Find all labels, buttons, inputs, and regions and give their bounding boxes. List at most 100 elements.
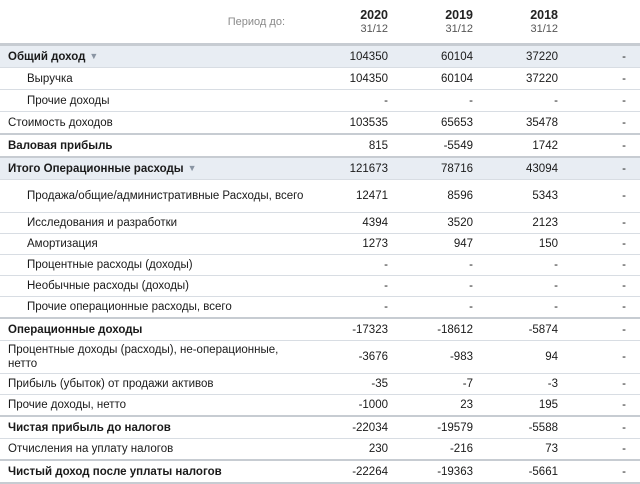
column-2019: 2019 31/12 xyxy=(390,0,475,45)
row-label: Операционные доходы xyxy=(8,323,143,336)
value-2018: 37220 xyxy=(526,72,558,85)
value-2018: -5588 xyxy=(528,421,558,434)
value-2018: 73 xyxy=(545,443,558,455)
row-label: Прибыль (убыток) от продажи активов xyxy=(8,378,214,390)
value-2020: 4394 xyxy=(362,217,388,229)
value-2019: 23 xyxy=(460,399,473,411)
value-2018: 5343 xyxy=(532,190,558,202)
value-2019: 60104 xyxy=(390,44,475,68)
value-2018: - xyxy=(554,280,558,292)
value-2020: 104350 xyxy=(305,44,390,68)
row-income-before-tax: Чистая прибыль до налогов -22034 -19579 … xyxy=(0,416,640,439)
value-2019: -19363 xyxy=(437,465,473,478)
row-cost-of-revenue: Стоимость доходов 103535 65653 35478 - xyxy=(0,111,640,135)
row-label: Прочие доходы, нетто xyxy=(8,399,127,411)
income-statement-table: Период до: 2020 31/12 2019 31/12 2018 31… xyxy=(0,0,640,484)
value-2019: 78716 xyxy=(390,157,475,180)
column-date: 31/12 xyxy=(530,22,558,35)
value-2019: -19579 xyxy=(437,421,473,434)
value-2020: 104350 xyxy=(349,72,388,85)
value-2020: - xyxy=(384,259,388,271)
value-extra: - xyxy=(560,44,640,68)
value-2020: -22034 xyxy=(352,421,388,434)
row-label: Стоимость доходов xyxy=(8,116,113,129)
value-extra: - xyxy=(622,421,626,434)
value-2018: - xyxy=(554,259,558,271)
value-2018: -3 xyxy=(547,378,558,390)
row-label-text: Общий доход xyxy=(8,51,86,63)
row-total-revenue[interactable]: Общий доход ▼ 104350 60104 37220 - xyxy=(0,44,640,68)
column-year: 2018 xyxy=(530,7,558,22)
value-2020: -35 xyxy=(371,378,388,390)
value-2018: -5661 xyxy=(528,465,558,478)
value-2018: -5874 xyxy=(528,323,558,336)
row-research-development: Исследования и разработки 4394 3520 2123… xyxy=(0,212,640,234)
row-label: Валовая прибыль xyxy=(8,139,113,152)
value-2019: -5549 xyxy=(443,139,473,152)
value-2018: 2123 xyxy=(532,217,558,229)
value-extra: - xyxy=(622,301,626,313)
value-2020: -3676 xyxy=(358,351,388,363)
value-2019: -7 xyxy=(462,378,473,390)
value-2018: 150 xyxy=(538,238,558,250)
row-gain-loss-sale-assets: Прибыль (убыток) от продажи активов -35 … xyxy=(0,373,640,395)
row-label: Продажа/общие/административные Расходы, … xyxy=(27,190,304,202)
value-extra: - xyxy=(622,259,626,271)
row-label[interactable]: Общий доход ▼ xyxy=(0,44,305,68)
value-extra: - xyxy=(622,139,626,152)
row-label: Прочие доходы xyxy=(27,94,110,107)
row-operating-income: Операционные доходы -17323 -18612 -5874 … xyxy=(0,318,640,341)
value-2018: 37220 xyxy=(475,44,560,68)
row-label: Чистая прибыль до налогов xyxy=(8,421,171,434)
row-label: Чистый доход после уплаты налогов xyxy=(8,465,222,478)
row-income-tax: Отчисления на уплату налогов 230 -216 73… xyxy=(0,438,640,461)
value-extra: - xyxy=(622,351,626,363)
value-2019: - xyxy=(469,259,473,271)
row-other-operating-expenses: Прочие операционные расходы, всего - - -… xyxy=(0,296,640,319)
value-2020: 121673 xyxy=(305,157,390,180)
row-other-net: Прочие доходы, нетто -1000 23 195 - xyxy=(0,394,640,417)
value-extra: - xyxy=(622,116,626,129)
value-extra: - xyxy=(622,238,626,250)
row-label[interactable]: Итого Операционные расходы ▼ xyxy=(0,157,305,180)
value-extra: - xyxy=(622,190,626,202)
value-2018: 1742 xyxy=(532,139,558,152)
value-2020: - xyxy=(384,94,388,107)
row-label: Процентные расходы (доходы) xyxy=(27,259,193,271)
value-2019: -983 xyxy=(449,351,473,363)
table-header-row: Период до: 2020 31/12 2019 31/12 2018 31… xyxy=(0,0,640,45)
chevron-down-icon[interactable]: ▼ xyxy=(188,161,197,175)
column-extra xyxy=(560,0,640,45)
column-year: 2019 xyxy=(445,7,473,22)
row-unusual-expense: Необычные расходы (доходы) - - - - xyxy=(0,275,640,297)
value-2019: 60104 xyxy=(441,72,473,85)
row-depreciation: Амортизация 1273 947 150 - xyxy=(0,233,640,255)
row-label: Амортизация xyxy=(27,238,98,250)
value-2020: 103535 xyxy=(349,116,388,129)
row-sga-expenses: Продажа/общие/административные Расходы, … xyxy=(0,179,640,213)
row-label: Прочие операционные расходы, всего xyxy=(27,301,232,313)
value-2019: -216 xyxy=(449,443,473,455)
value-2020: - xyxy=(384,280,388,292)
value-2019: 3520 xyxy=(447,217,473,229)
column-date: 31/12 xyxy=(360,22,388,35)
value-2019: - xyxy=(469,301,473,313)
column-2018: 2018 31/12 xyxy=(475,0,560,45)
value-2019: -18612 xyxy=(437,323,473,336)
column-date: 31/12 xyxy=(445,22,473,35)
column-2020: 2020 31/12 xyxy=(305,0,390,45)
value-2018: 35478 xyxy=(526,116,558,129)
value-2019: 8596 xyxy=(447,190,473,202)
value-extra: - xyxy=(560,157,640,180)
value-extra: - xyxy=(622,323,626,336)
row-revenue: Выручка 104350 60104 37220 - xyxy=(0,67,640,90)
chevron-down-icon[interactable]: ▼ xyxy=(89,49,98,63)
value-2019: 947 xyxy=(453,238,473,250)
row-total-operating-expenses[interactable]: Итого Операционные расходы ▼ 121673 78716… xyxy=(0,157,640,180)
value-2018: 195 xyxy=(538,399,558,411)
value-2020: -22264 xyxy=(352,465,388,478)
row-label: Исследования и разработки xyxy=(27,217,178,229)
column-year: 2020 xyxy=(360,7,388,22)
row-income-after-tax: Чистый доход после уплаты налогов -22264… xyxy=(0,460,640,483)
value-2020: -1000 xyxy=(358,399,388,411)
